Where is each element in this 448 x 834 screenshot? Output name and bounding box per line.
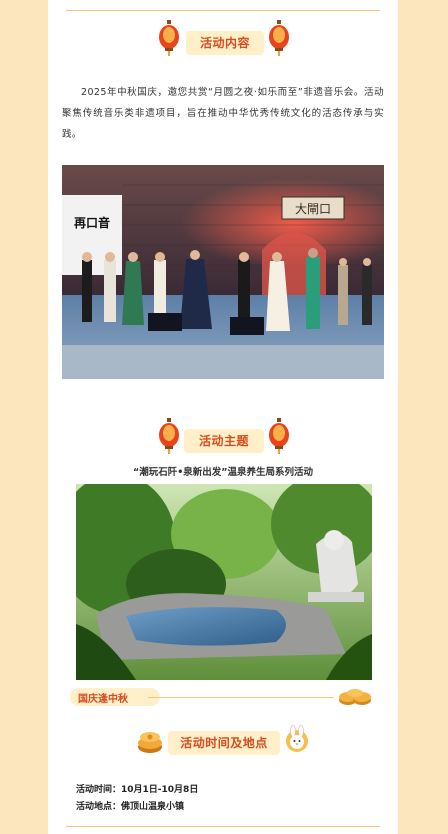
section-title-theme: 活动主题 bbox=[184, 429, 264, 453]
top-divider bbox=[66, 10, 380, 11]
event-place-value: 佛顶山温泉小镇 bbox=[121, 802, 185, 812]
tag-divider bbox=[148, 697, 334, 698]
intro-paragraph: 2025年中秋国庆，邀您共赏“月圆之夜·如乐而至”非遗音乐会。活动聚焦传统音乐类… bbox=[62, 87, 384, 140]
rabbit-icon bbox=[286, 724, 308, 752]
section-heading-theme: 活动主题 bbox=[48, 418, 398, 458]
garden-illustration bbox=[76, 484, 372, 680]
lantern-icon bbox=[159, 20, 179, 56]
event-time-line: 活动时间：10月1日-10月8日 bbox=[76, 782, 198, 795]
section-heading-time: 活动时间及地点 bbox=[48, 720, 398, 760]
event-time-value: 10月1日-10月8日 bbox=[121, 785, 199, 795]
mooncake-icon bbox=[339, 689, 371, 705]
article-card: 活动内容 2025年中秋国庆，邀您共赏“月圆之夜·如乐而至”非遗音乐会。活动聚焦… bbox=[48, 0, 398, 834]
event-place-label: 活动地点： bbox=[76, 802, 122, 812]
event-place-line: 活动地点：佛顶山温泉小镇 bbox=[76, 799, 184, 812]
stage-photo: 大閘口 再口音 bbox=[62, 165, 384, 379]
stage-illustration: 大閘口 再口音 bbox=[62, 165, 384, 379]
section-title-intro: 活动内容 bbox=[186, 31, 264, 55]
garden-photo bbox=[76, 484, 372, 680]
section-title-time: 活动时间及地点 bbox=[168, 731, 280, 755]
mooncake-icon bbox=[138, 732, 162, 753]
bottom-divider bbox=[66, 826, 380, 827]
event-time-label: 活动时间： bbox=[76, 785, 122, 795]
theme-subtitle: “潮玩石阡•泉新出发”温泉养生局系列活动 bbox=[132, 467, 314, 478]
lantern-icon bbox=[159, 418, 179, 454]
stage-sign: 大閘口 bbox=[295, 202, 331, 216]
lantern-icon bbox=[269, 418, 289, 454]
lantern-icon bbox=[269, 20, 289, 56]
section-heading-intro: 活动内容 bbox=[48, 20, 398, 60]
stage-screen-text: 再口音 bbox=[74, 215, 110, 230]
tag-label: 国庆逢中秋 bbox=[78, 694, 128, 705]
